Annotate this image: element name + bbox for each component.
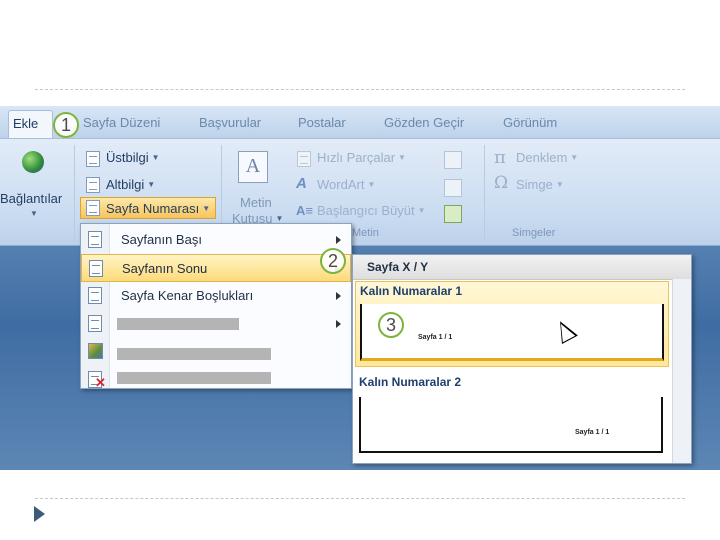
tab-gozden-gecir[interactable]: Gözden Geçir — [384, 115, 464, 130]
step-callout-1: 1 — [53, 112, 79, 138]
baslangici-buyut-button[interactable]: Başlangıcı Büyüt ▼ — [317, 203, 425, 218]
ustbilgi-button[interactable]: Üstbilgi ▼ — [106, 150, 160, 165]
redacted-label-bar — [117, 372, 271, 384]
tab-sayfa-duzeni[interactable]: Sayfa Düzeni — [83, 115, 160, 130]
sayfa-numarasi-label: Sayfa Numarası — [106, 201, 200, 216]
chevron-down-icon: ▼ — [275, 214, 284, 223]
hizli-parcalar-button[interactable]: Hızlı Parçalar ▼ — [317, 150, 406, 165]
word-screenshot: Ekle Sayfa Düzeni Başvurular Postalar Gö… — [0, 106, 720, 470]
wordart-icon: A — [296, 175, 307, 192]
signature-line-icon — [444, 151, 462, 169]
preview-page-number: Sayfa 1 / 1 — [575, 429, 610, 436]
slide-bottom-divider — [35, 498, 685, 499]
object-icon — [444, 205, 462, 223]
baglantilar-label: Bağlantılar — [0, 191, 63, 206]
footer-icon — [86, 177, 100, 193]
ustbilgi-label: Üstbilgi — [106, 150, 149, 165]
slide-top-divider — [35, 89, 685, 90]
menu-item-redacted-3[interactable]: ✕ — [81, 366, 351, 394]
sayfa-numarasi-label-wrap: Sayfa Numarası ▼ — [106, 201, 210, 216]
omega-icon: Ω — [494, 173, 509, 193]
group-separator — [74, 145, 75, 241]
simgeler-group-caption: Simgeler — [512, 227, 556, 239]
submenu-arrow-icon — [336, 320, 341, 328]
chevron-down-icon: ▼ — [570, 153, 579, 162]
metin-group-caption: Metin — [352, 227, 379, 239]
page-number-menu: Sayfanın Başı Sayfanın Sonu Sayfa Kenar … — [80, 223, 352, 390]
menu-item-sayfa-kenar-bosluklari[interactable]: Sayfa Kenar Boşlukları — [81, 282, 351, 310]
denklem-button[interactable]: Denklem ▼ — [516, 150, 578, 165]
menu-item-label: Sayfanın Başı — [121, 232, 202, 247]
redacted-label-bar — [117, 348, 271, 360]
page-preview: Sayfa 1 / 1 — [360, 304, 664, 361]
chevron-down-icon: ▼ — [30, 209, 38, 218]
page-bottom-icon — [89, 260, 103, 277]
tab-gorunum[interactable]: Görünüm — [503, 115, 557, 130]
redacted-label-bar — [117, 318, 239, 330]
format-page-number-icon — [88, 343, 103, 359]
step-callout-2: 2 — [320, 248, 346, 274]
denklem-label: Denklem — [516, 150, 568, 165]
step-callout-3: 3 — [378, 312, 404, 338]
header-icon — [86, 151, 100, 167]
altbilgi-button[interactable]: Altbilgi ▼ — [106, 177, 155, 192]
chevron-down-icon: ▼ — [398, 153, 406, 162]
menu-item-sayfanin-sonu[interactable]: Sayfanın Sonu — [81, 254, 351, 282]
simge-label: Simge — [516, 177, 553, 192]
gallery-scrollbar[interactable] — [672, 279, 691, 463]
wordart-button[interactable]: WordArt ▼ — [317, 177, 375, 192]
page-preview: Sayfa 1 / 1 — [359, 397, 663, 453]
metin-kutusu-label-1: Metin — [240, 195, 272, 210]
current-position-icon — [88, 315, 102, 332]
gallery-header-label: Sayfa X / Y — [367, 260, 429, 274]
baslangici-buyut-label: Başlangıcı Büyüt — [317, 203, 415, 218]
tab-ekle[interactable]: Ekle — [8, 110, 53, 138]
menu-item-label: Sayfanın Sonu — [122, 261, 208, 276]
chevron-down-icon: ▼ — [367, 180, 376, 189]
simge-button[interactable]: Simge ▼ — [516, 177, 564, 192]
tab-postalar[interactable]: Postalar — [298, 115, 346, 130]
altbilgi-label: Altbilgi — [106, 177, 145, 192]
page-top-icon — [88, 231, 102, 248]
quick-parts-icon — [297, 151, 311, 167]
gallery-option-kalin-numaralar-2[interactable]: Kalın Numaralar 2 Sayfa 1 / 1 — [355, 373, 669, 459]
menu-item-sayfanin-basi[interactable]: Sayfanın Başı — [81, 226, 351, 254]
chevron-down-icon: ▼ — [147, 180, 156, 189]
page-number-icon — [86, 200, 100, 216]
gallery-header: Sayfa X / Y — [353, 255, 691, 280]
bottom-page-number-gallery: Sayfa X / Y Kalın Numaralar 1 Sayfa 1 / … — [352, 254, 692, 464]
menu-item-redacted-2[interactable] — [81, 338, 351, 366]
chevron-down-icon: ▼ — [417, 206, 426, 215]
preview-page-number: Sayfa 1 / 1 — [418, 334, 453, 341]
date-time-icon — [444, 179, 462, 197]
menu-item-label: Sayfa Kenar Boşlukları — [121, 288, 254, 303]
ribbon-tab-bar: Ekle Sayfa Düzeni Başvurular Postalar Gö… — [0, 106, 720, 138]
submenu-arrow-icon — [336, 292, 341, 300]
menu-item-redacted-1[interactable] — [81, 310, 351, 338]
bullet-triangle-icon — [34, 506, 45, 522]
group-separator — [484, 145, 485, 241]
page-margins-icon — [88, 287, 102, 304]
text-box-icon: A — [238, 151, 268, 183]
submenu-arrow-icon — [336, 236, 341, 244]
baglantilar-button[interactable]: Bağlantılar ▼ — [0, 147, 72, 219]
tab-basvurular[interactable]: Başvurular — [199, 115, 261, 130]
chevron-down-icon: ▼ — [151, 153, 160, 162]
gallery-option-title: Kalın Numaralar 2 — [359, 375, 462, 389]
hizli-parcalar-label: Hızlı Parçalar — [317, 150, 396, 165]
chevron-down-icon: ▼ — [202, 204, 211, 213]
gallery-option-title: Kalın Numaralar 1 — [360, 284, 463, 298]
red-x-icon: ✕ — [95, 375, 106, 390]
chevron-down-icon: ▼ — [555, 180, 564, 189]
metin-kutusu-button[interactable]: A Metin Kutusu ▼ — [228, 147, 290, 227]
wordart-label: WordArt — [317, 177, 365, 192]
pi-icon: π — [494, 147, 506, 168]
drop-cap-icon: A≡ — [296, 203, 313, 218]
globe-link-icon — [22, 151, 44, 173]
